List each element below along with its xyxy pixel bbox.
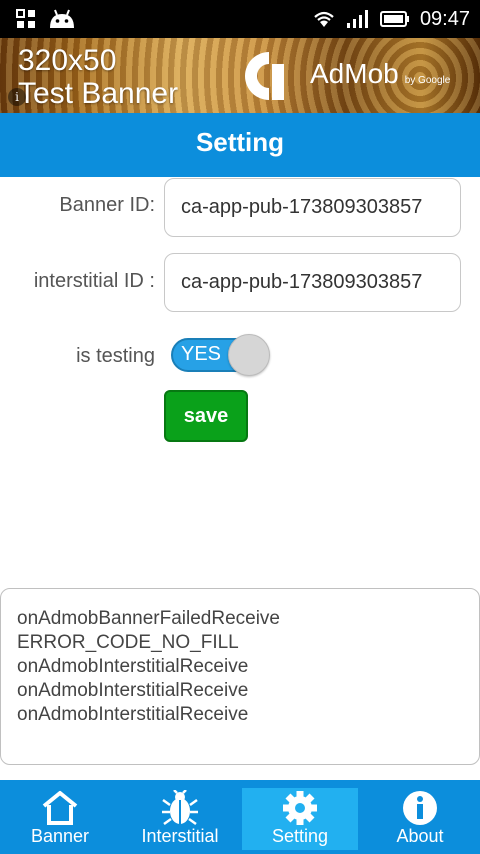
nav-item-about[interactable]: About — [360, 780, 480, 854]
nav-label-interstitial: Interstitial — [141, 826, 219, 846]
status-left-icons — [16, 8, 76, 30]
toggle-knob[interactable] — [228, 334, 270, 376]
admob-brand: AdMob by Google — [310, 58, 450, 97]
admob-brand-by: by Google — [404, 75, 451, 86]
banner-id-field[interactable]: ca-app-pub-173809303857 — [164, 178, 461, 237]
info-icon — [403, 791, 437, 825]
save-button[interactable]: save — [164, 390, 248, 442]
apps-grid-icon — [16, 9, 35, 28]
gear-icon — [283, 791, 317, 825]
bug-icon — [162, 790, 198, 826]
nav-item-setting[interactable]: Setting — [240, 780, 360, 854]
nav-item-banner[interactable]: Banner — [0, 780, 120, 854]
log-line: onAdmobInterstitialReceive — [17, 704, 249, 725]
ad-line-1: 320x50 — [18, 44, 117, 77]
nav-label-banner: Banner — [30, 826, 90, 846]
wifi-icon — [314, 11, 334, 27]
home-icon — [42, 791, 78, 825]
log-line: ERROR_CODE_NO_FILL — [17, 632, 239, 653]
admob-brand-name: AdMob — [310, 58, 399, 89]
nav-item-interstitial[interactable]: Interstitial — [120, 780, 240, 854]
ad-banner[interactable]: 320x50 Test Banner AdMob by Google i — [0, 38, 480, 113]
nav-label-about: About — [396, 826, 444, 846]
page-title: Setting — [0, 113, 480, 177]
nav-label-setting: Setting — [271, 826, 329, 846]
log-output[interactable]: onAdmobBannerFailedReceive ERROR_CODE_NO… — [0, 588, 480, 765]
log-line: onAdmobInterstitialReceive — [17, 656, 249, 677]
admob-logo-icon — [245, 52, 284, 100]
signal-icon — [346, 10, 368, 28]
interstitial-id-field[interactable]: ca-app-pub-173809303857 — [164, 253, 461, 312]
battery-icon — [379, 11, 409, 27]
log-line: onAdmobInterstitialReceive — [17, 680, 249, 701]
bottom-nav: Banner Interstitial Setting About — [0, 780, 480, 854]
status-bar: 09:47 — [0, 0, 480, 38]
log-line: onAdmobBannerFailedReceive — [17, 608, 280, 629]
android-icon — [50, 9, 74, 28]
ad-info-icon[interactable]: i — [8, 88, 26, 106]
ad-test-text: 320x50 Test Banner — [18, 44, 178, 110]
ad-line-2: Test Banner — [18, 77, 179, 110]
toggle-state-text: YES — [181, 343, 222, 365]
is-testing-label: is testing — [76, 345, 155, 367]
is-testing-toggle[interactable]: YES — [171, 334, 271, 376]
status-right-icons: 09:47 — [312, 6, 470, 32]
interstitial-id-label: interstitial ID : — [33, 270, 155, 292]
banner-id-label: Banner ID: — [59, 194, 155, 216]
status-time: 09:47 — [419, 8, 470, 30]
